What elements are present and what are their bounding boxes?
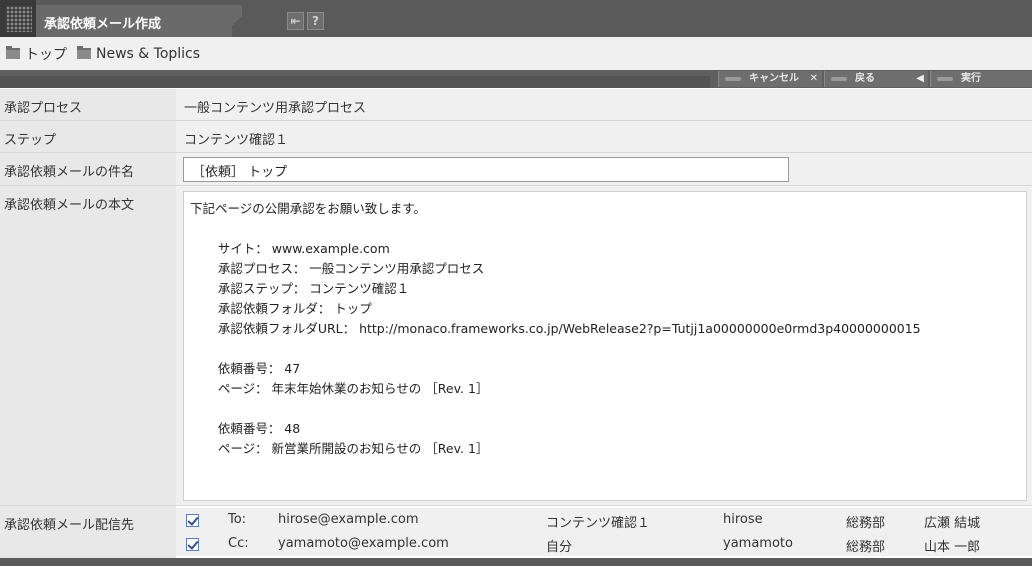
breadcrumb-label: News & Toplics [96, 45, 201, 62]
back-button[interactable]: 戻る ◀ [824, 71, 928, 87]
recipient-user: hirose [723, 512, 763, 527]
breadcrumb-label: トップ [25, 46, 67, 63]
folder-icon [77, 46, 91, 59]
triangle-left-icon: ◀ [916, 73, 924, 84]
folder-icon [6, 46, 20, 59]
title-bar: 承認依頼メール作成 ⇤ ? [0, 0, 1032, 37]
subject-label: 承認依頼メールの件名 [0, 153, 176, 185]
window-title: 承認依頼メール作成 [44, 17, 162, 32]
action-bar: キャンセル ✕ 戻る ◀ 実行 [0, 70, 1032, 88]
breadcrumb: トップ News & Toplics [0, 37, 1032, 70]
body-label: 承認依頼メールの本文 [0, 186, 176, 505]
subject-input[interactable]: ［依頼］ トップ [183, 157, 789, 182]
recipient-dept: 総務部 [846, 516, 886, 531]
recipient-checkbox[interactable] [186, 538, 199, 551]
breadcrumb-item-top[interactable]: トップ [6, 44, 67, 64]
breadcrumb-item-news[interactable]: News & Toplics [77, 46, 200, 62]
recipient-email: hirose@example.com [278, 512, 419, 527]
recipient-checkbox[interactable] [186, 514, 199, 527]
step-value: コンテンツ確認１ [176, 121, 1032, 152]
recipient-type: Cc: [228, 536, 249, 551]
recipient-email: yamamoto@example.com [278, 536, 449, 551]
body-textarea[interactable]: 下記ページの公開承認をお願い致します。 サイト： www.example.com… [183, 191, 1027, 501]
close-icon: ✕ [809, 73, 818, 84]
form-row-step: ステップ コンテンツ確認１ [0, 121, 1032, 153]
process-label: 承認プロセス [0, 89, 176, 120]
recipient-type: To: [228, 512, 247, 527]
form-row-process: 承認プロセス 一般コンテンツ用承認プロセス [0, 89, 1032, 121]
app-logo-icon [0, 0, 36, 37]
bottom-bar [0, 558, 1032, 566]
recipient-dept: 総務部 [846, 540, 886, 555]
execute-button[interactable]: 実行 [930, 71, 1032, 87]
recipient-name: 山本 一郎 [924, 540, 981, 555]
recipient-name: 広瀬 結城 [924, 516, 981, 531]
recipient-row: Cc: yamamoto@example.com 自分 yamamoto 総務部… [176, 532, 1032, 556]
step-label: ステップ [0, 121, 176, 152]
process-value: 一般コンテンツ用承認プロセス [176, 89, 1032, 120]
recipients-label: 承認依頼メール配信先 [0, 506, 176, 558]
cancel-button[interactable]: キャンセル ✕ [718, 71, 822, 87]
recipient-user: yamamoto [723, 536, 793, 551]
question-icon[interactable]: ? [307, 12, 324, 30]
return-arrow-icon[interactable]: ⇤ [287, 12, 304, 30]
recipient-step: 自分 [546, 540, 573, 555]
window-tab: 承認依頼メール作成 [36, 5, 242, 37]
recipient-row: To: hirose@example.com コンテンツ確認１ hirose 総… [176, 508, 1032, 532]
recipient-step: コンテンツ確認１ [546, 516, 651, 531]
